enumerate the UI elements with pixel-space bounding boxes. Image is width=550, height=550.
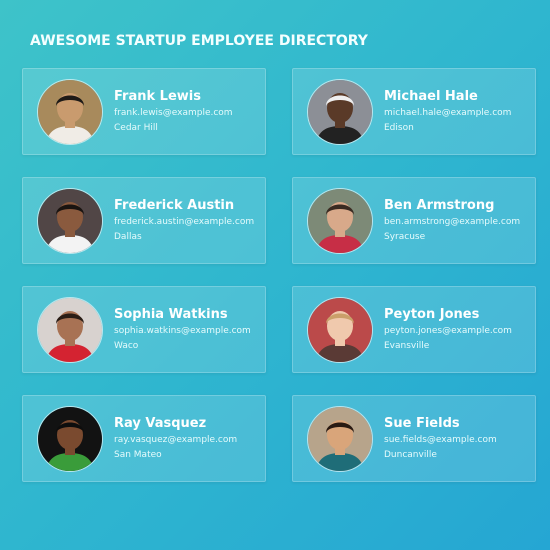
employee-card[interactable]: Frank Lewis frank.lewis@example.com Ceda… <box>22 68 266 155</box>
employee-city: Syracuse <box>384 232 426 242</box>
employee-name: Peyton Jones <box>384 307 480 322</box>
employee-city: Dallas <box>114 232 142 242</box>
employee-email: sophia.watkins@example.com <box>114 326 251 336</box>
employee-name: Ben Armstrong <box>384 198 495 213</box>
employee-email: frederick.austin@example.com <box>114 217 255 227</box>
employee-email: michael.hale@example.com <box>384 108 512 118</box>
avatar <box>307 296 373 363</box>
employee-city: San Mateo <box>114 450 162 460</box>
employee-city: Cedar Hill <box>114 123 158 133</box>
avatar <box>37 187 103 254</box>
employee-name: Frank Lewis <box>114 89 201 104</box>
employee-email: ben.armstrong@example.com <box>384 217 521 227</box>
employee-name: Sophia Watkins <box>114 307 228 322</box>
employee-grid: Frank Lewis frank.lewis@example.com Ceda… <box>22 68 538 482</box>
employee-card[interactable]: Ray Vasquez ray.vasquez@example.com San … <box>22 395 266 482</box>
avatar <box>307 78 373 145</box>
page-title: AWESOME STARTUP EMPLOYEE DIRECTORY <box>30 33 368 49</box>
employee-email: peyton.jones@example.com <box>384 326 512 336</box>
employee-card[interactable]: Sue Fields sue.fields@example.com Duncan… <box>292 395 536 482</box>
employee-name: Sue Fields <box>384 416 460 431</box>
employee-city: Duncanville <box>384 450 437 460</box>
avatar <box>307 405 373 472</box>
employee-city: Waco <box>114 341 139 351</box>
avatar <box>307 187 373 254</box>
portrait-image <box>308 406 372 471</box>
portrait-image <box>38 188 102 253</box>
portrait-image <box>308 188 372 253</box>
portrait-image <box>38 79 102 144</box>
employee-email: frank.lewis@example.com <box>114 108 233 118</box>
portrait-image <box>38 297 102 362</box>
employee-name: Michael Hale <box>384 89 478 104</box>
employee-email: sue.fields@example.com <box>384 435 497 445</box>
avatar <box>37 296 103 363</box>
employee-card[interactable]: Michael Hale michael.hale@example.com Ed… <box>292 68 536 155</box>
employee-city: Edison <box>384 123 414 133</box>
portrait-image <box>308 297 372 362</box>
portrait-image <box>38 406 102 471</box>
avatar <box>37 78 103 145</box>
employee-name: Ray Vasquez <box>114 416 207 431</box>
employee-card[interactable]: Peyton Jones peyton.jones@example.com Ev… <box>292 286 536 373</box>
employee-card[interactable]: Sophia Watkins sophia.watkins@example.co… <box>22 286 266 373</box>
employee-card[interactable]: Ben Armstrong ben.armstrong@example.com … <box>292 177 536 264</box>
employee-email: ray.vasquez@example.com <box>114 435 238 445</box>
avatar <box>37 405 103 472</box>
employee-city: Evansville <box>384 341 430 351</box>
employee-card[interactable]: Frederick Austin frederick.austin@exampl… <box>22 177 266 264</box>
portrait-image <box>308 79 372 144</box>
employee-name: Frederick Austin <box>114 198 235 213</box>
